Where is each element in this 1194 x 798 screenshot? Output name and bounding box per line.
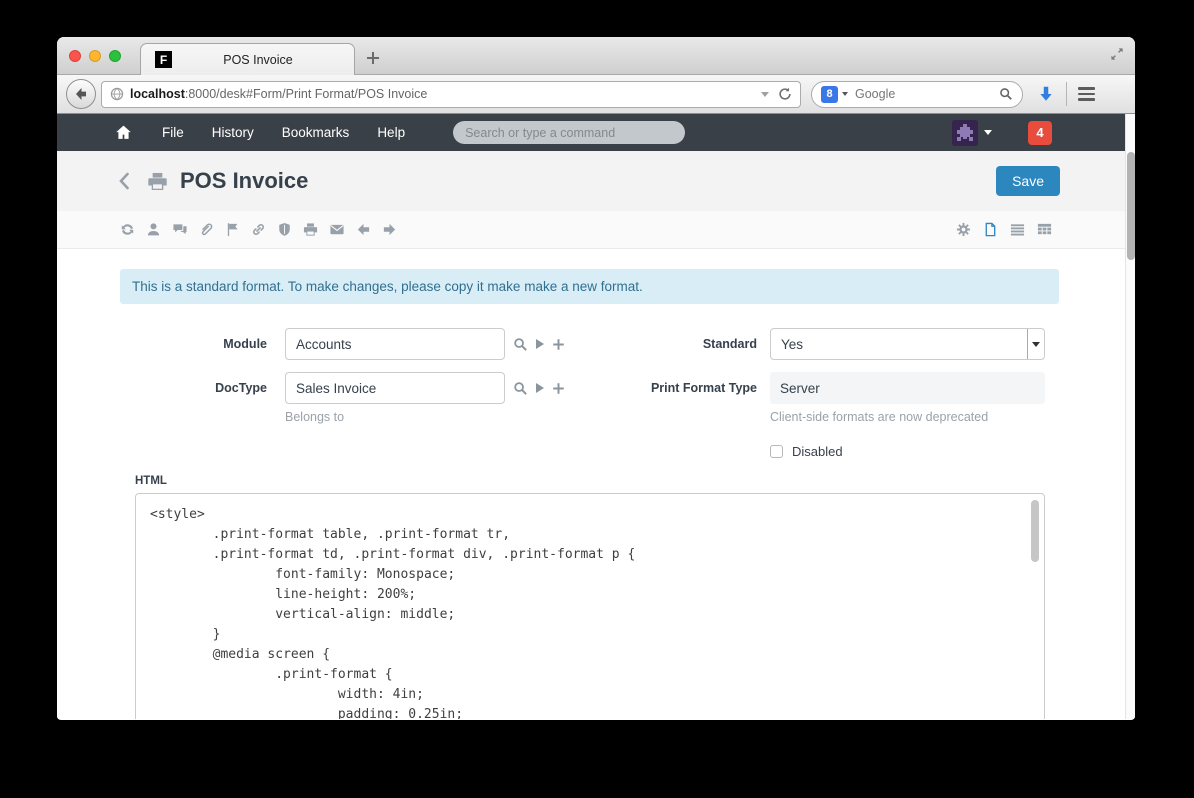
url-host: localhost [130,87,185,101]
email-icon[interactable] [329,222,345,237]
print-icon[interactable] [303,222,318,237]
browser-back-button[interactable] [66,79,96,109]
doctype-label: DocType [120,381,267,395]
app-navbar: File History Bookmarks Help 4 [57,114,1135,151]
editor-scrollbar-thumb[interactable] [1031,500,1039,562]
prev-arrow-icon[interactable] [356,222,371,237]
page-head: POS Invoice Save [57,151,1135,211]
download-arrow-icon [1037,85,1055,103]
printer-icon [147,171,168,192]
browser-menu-button[interactable] [1078,87,1095,101]
menu-file[interactable]: File [148,114,198,151]
doctype-open-icon[interactable] [536,383,544,393]
print-format-type-label: Print Format Type [590,381,757,395]
traffic-lights [69,50,121,62]
html-code[interactable]: <style> .print-format table, .print-form… [136,494,1044,719]
browser-nav-toolbar: localhost:8000/desk#Form/Print Format/PO… [57,75,1135,114]
save-button[interactable]: Save [996,166,1060,196]
settings-gear-icon[interactable] [956,222,971,237]
home-icon [115,124,132,141]
window-titlebar: F POS Invoice [57,37,1135,75]
print-format-type-value: Server [770,372,1045,404]
avatar-dropdown-icon[interactable] [984,130,992,135]
next-arrow-icon[interactable] [382,222,397,237]
standard-value: Yes [771,337,803,352]
print-format-type-help: Client-side formats are now deprecated [770,410,1045,424]
comments-icon[interactable] [172,222,188,237]
list-view-icon[interactable] [1010,222,1025,237]
reload-icon [778,87,792,101]
url-path: :8000/desk#Form/Print Format/POS Invoice [185,87,427,101]
file-view-icon[interactable] [983,222,998,237]
toolbar-divider [1066,82,1067,106]
module-label: Module [120,337,267,351]
doctype-help: Belongs to [285,410,575,424]
menu-history[interactable]: History [198,114,268,151]
link-icon[interactable] [251,222,266,237]
standard-select[interactable]: Yes [770,328,1045,360]
page-scrollbar[interactable] [1125,114,1135,719]
standard-label: Standard [590,337,757,351]
new-tab-button[interactable] [363,48,383,68]
browser-search-bar[interactable]: 8 Google [811,81,1023,108]
module-add-icon[interactable] [552,338,565,351]
menu-bookmarks[interactable]: Bookmarks [268,114,364,151]
refresh-icon[interactable] [120,222,135,237]
globe-icon [110,87,124,101]
menu-help[interactable]: Help [363,114,419,151]
back-arrow-icon [73,86,89,102]
notification-badge[interactable]: 4 [1028,121,1052,145]
form-icon-toolbar [57,211,1135,249]
shield-icon[interactable] [277,222,292,237]
doctype-add-icon[interactable] [552,382,565,395]
page-title: POS Invoice [180,168,308,194]
minimize-button[interactable] [89,50,101,62]
search-magnifier-icon[interactable] [999,87,1013,101]
module-input[interactable] [285,328,505,360]
html-label: HTML [135,475,1059,487]
module-search-icon[interactable] [513,337,528,352]
command-search-input[interactable] [453,121,685,144]
page-viewport: File History Bookmarks Help 4 POS Invoic… [57,114,1135,719]
back-chevron-icon[interactable] [117,171,131,191]
search-engine-dropdown-icon[interactable] [842,92,848,96]
frappe-favicon-icon: F [155,51,172,68]
downloads-button[interactable] [1037,85,1055,103]
window-resize-icon[interactable] [1109,46,1125,67]
url-dropdown-icon[interactable] [761,92,769,97]
google-favicon-icon: 8 [821,86,838,103]
form-area: Module Standard [120,328,1059,719]
doctype-input[interactable] [285,372,505,404]
url-bar[interactable]: localhost:8000/desk#Form/Print Format/PO… [101,81,801,108]
html-section: HTML <style> .print-format table, .print… [135,475,1059,719]
reload-button[interactable] [778,87,792,101]
form-content: This is a standard format. To make chang… [57,249,1135,719]
standard-format-banner: This is a standard format. To make chang… [120,269,1059,304]
paperclip-icon[interactable] [199,222,214,237]
disabled-label: Disabled [792,444,843,459]
plus-icon [363,48,383,68]
avatar-icon [952,120,978,146]
user-avatar[interactable] [952,120,978,146]
close-button[interactable] [69,50,81,62]
user-icon[interactable] [146,222,161,237]
select-arrow-icon [1027,329,1044,359]
home-button[interactable] [115,124,132,141]
tab-title: POS Invoice [172,53,344,67]
disabled-checkbox[interactable] [770,445,783,458]
search-engine-label: Google [855,87,999,101]
zoom-button[interactable] [109,50,121,62]
page-scrollbar-thumb[interactable] [1127,152,1135,260]
module-open-icon[interactable] [536,339,544,349]
browser-window: F POS Invoice localhost:8000/desk#Form/P… [57,37,1135,720]
flag-icon[interactable] [225,222,240,237]
doctype-search-icon[interactable] [513,381,528,396]
html-code-editor[interactable]: <style> .print-format table, .print-form… [135,493,1045,719]
browser-tab[interactable]: F POS Invoice [140,43,355,75]
grid-view-icon[interactable] [1037,222,1052,237]
